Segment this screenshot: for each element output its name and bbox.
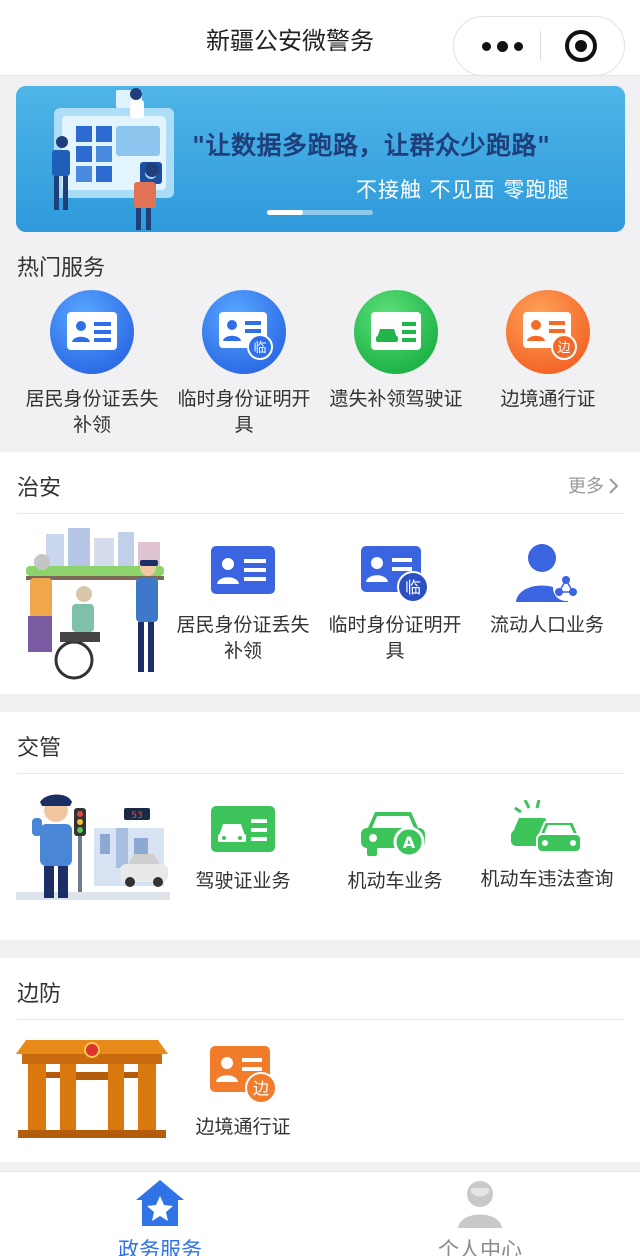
security-item-id-card[interactable]: 居民身份证丢失补领 xyxy=(168,544,318,664)
border-item-border-pass[interactable]: 边 边境通行证 xyxy=(168,1044,318,1140)
section-title: 边防 xyxy=(17,982,62,1007)
section-header: 治安 更多 xyxy=(17,452,624,514)
traffic-item-vehicle[interactable]: A 机动车业务 xyxy=(320,804,470,894)
hot-item-driver-license[interactable]: 遗失补领驾驶证 xyxy=(321,290,471,412)
hot-item-label: 临时身份证明开具 xyxy=(177,388,311,436)
svg-text:53: 53 xyxy=(131,811,142,821)
more-link[interactable]: 更多 xyxy=(568,472,619,498)
promo-banner[interactable]: "让数据多跑路，让群众少跑路" 不接触 不见面 零跑腿 xyxy=(16,86,625,232)
tile-label: 临时身份证明开具 xyxy=(328,614,462,662)
traffic-item-violation[interactable]: 机动车违法查询 xyxy=(472,800,622,892)
traffic-item-driver-license[interactable]: 驾驶证业务 xyxy=(168,804,318,894)
border-section: 边防 边 边境通行证 xyxy=(0,958,640,1162)
bottom-tab-bar: 政务服务 个人中心 xyxy=(0,1171,640,1256)
more-icon[interactable] xyxy=(476,17,528,75)
banner-subtitle: 不接触 不见面 零跑腿 xyxy=(356,178,570,202)
tab-label: 个人中心 xyxy=(438,1238,522,1256)
section-title: 交管 xyxy=(17,736,62,761)
svg-text:临: 临 xyxy=(253,341,266,356)
capsule-divider xyxy=(540,31,541,61)
hot-item-label: 边境通行证 xyxy=(500,388,596,410)
id-card-icon xyxy=(211,546,275,594)
floating-population-icon xyxy=(516,544,579,602)
tile-label: 机动车业务 xyxy=(347,870,443,892)
section-title: 治安 xyxy=(17,476,62,501)
banner-slogan: "让数据多跑路，让群众少跑路" xyxy=(192,131,551,160)
temp-id-card-icon: 临 xyxy=(361,546,429,603)
hot-services-title: 热门服务 xyxy=(17,256,106,281)
more-label: 更多 xyxy=(568,476,604,497)
chevron-right-icon xyxy=(609,478,619,494)
close-target-icon[interactable] xyxy=(565,30,597,62)
tile-label: 驾驶证业务 xyxy=(195,870,291,892)
tile-label: 流动人口业务 xyxy=(489,614,604,636)
section-header: 边防 xyxy=(17,958,624,1020)
border-pass-icon: 边 xyxy=(506,290,590,374)
car-icon: A xyxy=(361,812,425,858)
svg-text:临: 临 xyxy=(405,578,421,597)
hot-services-section: 热门服务 居民身份证丢失补领 临 临时身份证明开具 遗失补领驾驶证 边 边境通行… xyxy=(0,232,640,444)
border-gate-illustration xyxy=(16,1040,168,1138)
top-nav-bar: 新疆公安微警务 xyxy=(0,0,640,76)
security-item-temp-id[interactable]: 临 临时身份证明开具 xyxy=(320,544,470,664)
tab-government-services[interactable]: 政务服务 xyxy=(60,1178,260,1256)
hot-item-label: 居民身份证丢失补领 xyxy=(25,388,159,436)
tab-personal-center[interactable]: 个人中心 xyxy=(380,1178,580,1256)
temp-id-card-icon: 临 xyxy=(202,290,286,374)
hot-item-id-card-replace[interactable]: 居民身份证丢失补领 xyxy=(17,290,167,438)
tab-label: 政务服务 xyxy=(118,1238,202,1256)
mini-program-capsule xyxy=(453,16,625,76)
home-star-icon xyxy=(136,1180,184,1226)
svg-text:A: A xyxy=(403,833,416,852)
carousel-indicator xyxy=(267,210,373,215)
tile-label: 边境通行证 xyxy=(195,1116,291,1138)
tile-label: 机动车违法查询 xyxy=(480,868,614,890)
driver-license-icon xyxy=(211,806,275,852)
car-violation-icon xyxy=(511,800,582,853)
security-section: 治安 更多 居民身份证丢失补领 临 临时身份证明开具 流动人口业务 xyxy=(0,452,640,694)
hot-item-temp-id[interactable]: 临 临时身份证明开具 xyxy=(169,290,319,438)
traffic-illustration: 53 xyxy=(16,794,170,900)
tile-label: 居民身份证丢失补领 xyxy=(176,614,310,662)
user-icon xyxy=(458,1181,502,1228)
security-illustration xyxy=(26,528,164,680)
svg-text:边: 边 xyxy=(253,1079,269,1098)
border-pass-icon: 边 xyxy=(210,1046,277,1104)
section-header: 交管 xyxy=(17,712,624,774)
hot-item-label: 遗失补领驾驶证 xyxy=(329,388,463,410)
traffic-section: 交管 53 驾驶证业务 A 机动车业务 机动车违法查询 xyxy=(0,712,640,940)
driver-license-icon xyxy=(354,290,438,374)
svg-text:边: 边 xyxy=(557,341,570,356)
id-card-icon xyxy=(50,290,134,374)
security-item-floating-population[interactable]: 流动人口业务 xyxy=(472,540,622,638)
hot-item-border-pass[interactable]: 边 边境通行证 xyxy=(473,290,623,412)
